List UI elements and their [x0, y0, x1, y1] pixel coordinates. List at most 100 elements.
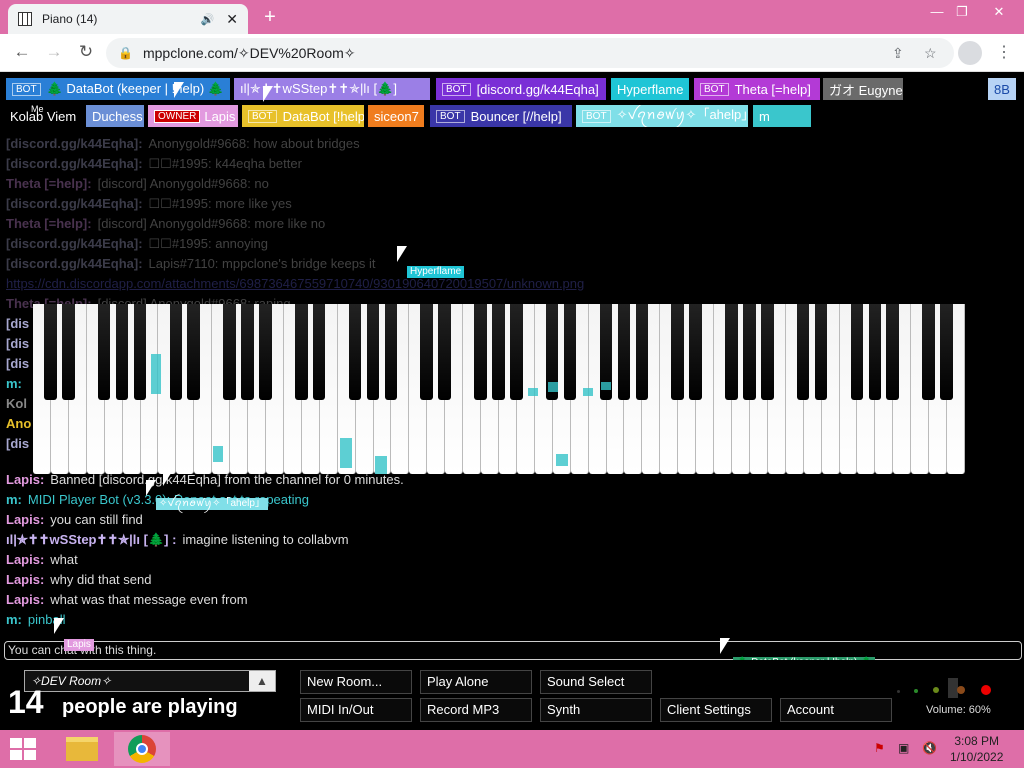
windows-taskbar: ⚑ ▣ 🔇 3:08 PM 1/10/2022 [0, 730, 1024, 768]
user-tag[interactable]: m [753, 105, 811, 127]
user-tag[interactable]: siceon7 [368, 105, 424, 127]
black-key[interactable] [115, 304, 129, 400]
black-key[interactable] [886, 304, 900, 400]
user-tag[interactable]: BOT [discord.gg/k44Eqha] [436, 78, 606, 100]
control-button[interactable]: Play Alone [420, 670, 532, 694]
bot-badge: BOT [700, 82, 729, 96]
black-key[interactable] [187, 304, 201, 400]
chat-message: [discord.gg/k44Eqha]: ☐☐#1995: k44eqha be… [6, 154, 1006, 174]
black-key[interactable] [725, 304, 738, 400]
black-key[interactable] [223, 304, 236, 400]
black-key[interactable] [796, 304, 810, 400]
volume-mute-tray-icon[interactable]: 🔇 [922, 741, 937, 755]
user-tag[interactable]: Duchess [86, 105, 144, 127]
chrome-taskbar-icon[interactable] [114, 732, 170, 766]
back-icon[interactable]: ← [10, 42, 34, 62]
black-key[interactable] [133, 304, 147, 400]
taskbar-clock[interactable]: 3:08 PM 1/10/2022 [950, 733, 1003, 765]
user-tag[interactable]: BOT DataBot [!help] [242, 105, 364, 127]
black-key[interactable] [366, 304, 380, 400]
black-key[interactable] [420, 304, 434, 400]
black-key[interactable] [492, 304, 505, 400]
speaker-icon[interactable]: 🔊 [201, 13, 215, 26]
bot-badge: BOT [12, 82, 41, 96]
black-key[interactable] [474, 304, 487, 400]
cursor-name-tag: Lapis [64, 639, 94, 651]
black-key[interactable] [922, 304, 935, 400]
user-tag[interactable]: OWNER Lapis [148, 105, 238, 127]
user-tag[interactable]: BOT ✧ꪜꪖꪀꪮꪝꪗ✧「ahelp」 [576, 105, 748, 127]
chat-author: Ano [6, 416, 32, 431]
room-select[interactable]: ✧DEV Room✧ ▲ [24, 670, 276, 692]
user-tag[interactable]: Hyperflame [611, 78, 689, 100]
chat-message: Lapis: Banned [discord.gg/k44Eqha] from t… [6, 470, 1006, 490]
profile-avatar-icon[interactable] [958, 41, 982, 65]
mouse-cursor-icon [174, 82, 184, 98]
bookmark-star-icon[interactable]: ☆ [924, 45, 937, 62]
black-key[interactable] [241, 304, 254, 400]
black-key[interactable] [743, 304, 756, 400]
room-expand-button[interactable]: ▲ [249, 671, 275, 691]
windows-start-icon[interactable] [10, 738, 36, 760]
black-key[interactable] [563, 304, 577, 400]
chat-author: [dis [6, 316, 30, 331]
black-key[interactable] [761, 304, 774, 400]
black-key[interactable] [940, 304, 953, 400]
control-button[interactable]: Record MP3 [420, 698, 532, 722]
menu-kebab-icon[interactable]: ⋮ [996, 42, 1012, 62]
chat-text: why did that send [50, 572, 152, 587]
forward-icon[interactable]: → [42, 42, 66, 62]
chat-author: m: [6, 376, 22, 391]
file-explorer-icon[interactable] [54, 732, 110, 766]
user-name: ガオ Eugyne [829, 82, 903, 98]
omnibox[interactable]: 🔒 mppclone.com/✧DEV%20Room✧ ⇪ ☆ [106, 38, 954, 68]
black-key[interactable] [438, 304, 451, 400]
black-key[interactable] [259, 304, 272, 400]
user-tag[interactable]: 8B [988, 78, 1016, 100]
chat-link[interactable]: https://cdn.discordapp.com/attachments/6… [6, 276, 584, 291]
black-key[interactable] [868, 304, 882, 400]
maximize-button[interactable]: ❐ [947, 4, 977, 20]
piano-keyboard[interactable] [33, 304, 965, 474]
user-tag[interactable]: BOT Theta [=help] [694, 78, 820, 100]
chat-author: [discord.gg/k44Eqha]: [6, 156, 143, 171]
black-key[interactable] [348, 304, 362, 400]
black-key[interactable] [635, 304, 649, 400]
black-key[interactable] [295, 304, 308, 400]
share-icon[interactable]: ⇪ [892, 45, 904, 62]
black-key[interactable] [97, 304, 111, 400]
black-key[interactable] [671, 304, 684, 400]
control-button[interactable]: MIDI In/Out [300, 698, 412, 722]
control-button[interactable]: Account [780, 698, 892, 722]
user-tag[interactable]: BOT Bouncer [//help] [430, 105, 572, 127]
black-key[interactable] [44, 304, 57, 400]
control-button[interactable]: Client Settings [660, 698, 772, 722]
control-button[interactable]: Synth [540, 698, 652, 722]
network-tray-icon[interactable]: ▣ [898, 741, 909, 755]
chat-text: Lapis#7110: mppclone's bridge keeps it [148, 256, 376, 271]
flag-tray-icon[interactable]: ⚑ [874, 741, 885, 755]
black-key[interactable] [312, 304, 326, 400]
user-tag[interactable]: ガオ Eugyne [823, 78, 903, 100]
black-key[interactable] [617, 304, 631, 400]
user-name: 8B [994, 81, 1010, 97]
black-key[interactable] [814, 304, 828, 400]
user-name: Duchess [92, 108, 143, 124]
control-button[interactable]: Sound Select [540, 670, 652, 694]
bot-badge: BOT [442, 82, 471, 96]
user-name: DataBot [!help] [282, 108, 364, 124]
black-key[interactable] [169, 304, 183, 400]
chat-author: [discord.gg/k44Eqha]: [6, 236, 143, 251]
black-key[interactable] [384, 304, 398, 400]
new-tab-button[interactable]: + [258, 6, 282, 29]
close-tab-icon[interactable]: ✕ [226, 11, 238, 28]
browser-tab[interactable]: Piano (14) 🔊 ✕ [8, 4, 248, 34]
black-key[interactable] [62, 304, 75, 400]
black-key[interactable] [510, 304, 523, 400]
reload-icon[interactable]: ↻ [74, 42, 98, 62]
user-tag[interactable]: BOT 🌲 DataBot (keeper | !help) 🌲 [6, 78, 230, 100]
close-window-button[interactable]: ✕ [984, 4, 1014, 20]
control-button[interactable]: New Room... [300, 670, 412, 694]
black-key[interactable] [850, 304, 864, 400]
black-key[interactable] [689, 304, 702, 400]
